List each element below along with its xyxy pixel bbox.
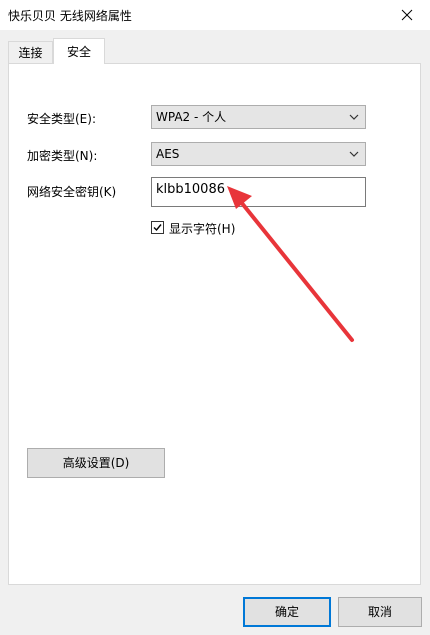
checkmark-icon (153, 224, 162, 232)
ok-button[interactable]: 确定 (243, 597, 331, 627)
security-type-select[interactable]: WPA2 - 个人 (151, 105, 366, 129)
tab-security[interactable]: 安全 (53, 38, 105, 64)
close-button[interactable] (384, 0, 430, 30)
security-type-label: 安全类型(E): (27, 112, 96, 126)
network-key-label: 网络安全密钥(K) (27, 185, 117, 199)
chevron-down-icon (349, 114, 359, 120)
encryption-type-value: AES (156, 147, 180, 161)
security-type-value: WPA2 - 个人 (156, 110, 227, 124)
title-bar: 快乐贝贝 无线网络属性 (0, 0, 430, 30)
tab-connection[interactable]: 连接 (8, 41, 53, 63)
encryption-type-select[interactable]: AES (151, 142, 366, 166)
advanced-settings-button[interactable]: 高级设置(D) (27, 448, 165, 478)
show-characters-label: 显示字符(H) (169, 222, 236, 236)
encryption-type-label: 加密类型(N): (27, 149, 98, 163)
cancel-button[interactable]: 取消 (338, 597, 422, 627)
close-icon (401, 9, 413, 21)
show-characters-checkbox[interactable] (151, 221, 164, 234)
chevron-down-icon (349, 151, 359, 157)
network-key-input[interactable]: klbb10086 (151, 177, 366, 207)
window-title: 快乐贝贝 无线网络属性 (8, 9, 132, 23)
